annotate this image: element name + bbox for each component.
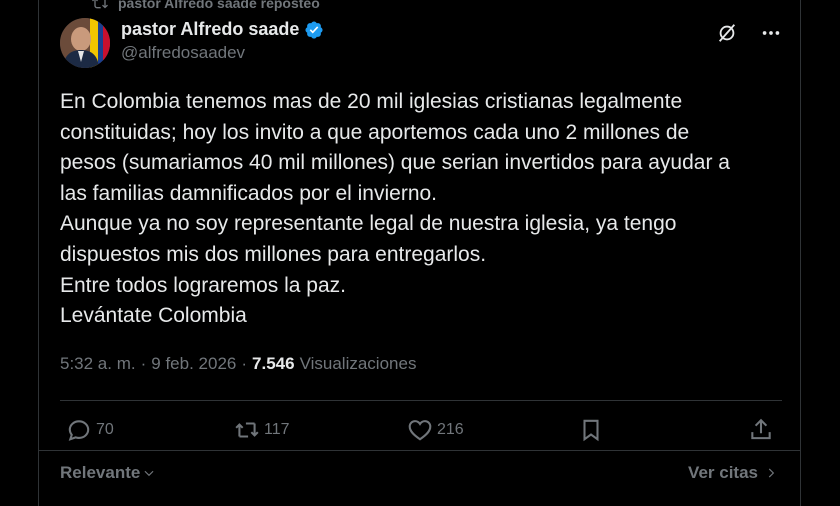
views-count: 7.546 bbox=[252, 354, 295, 373]
like-button[interactable]: 216 bbox=[407, 417, 464, 443]
share-button[interactable] bbox=[748, 417, 774, 443]
repost-icon bbox=[92, 0, 108, 9]
like-count: 216 bbox=[437, 421, 464, 438]
quotes-label: Ver citas bbox=[688, 463, 758, 482]
post-text-line: dispuestos mis dos millones para entrega… bbox=[60, 242, 487, 266]
bookmark-button[interactable] bbox=[578, 417, 604, 443]
avatar[interactable] bbox=[60, 18, 110, 68]
avatar-photo bbox=[60, 18, 110, 68]
sort-label: Relevante bbox=[60, 463, 141, 482]
repost-icon bbox=[235, 422, 259, 438]
post-text-line: pesos (sumariamos 40 mil millones) que s… bbox=[60, 151, 730, 175]
post-text-line: Levántate Colombia bbox=[60, 304, 247, 328]
post-text-line: las familias damnificados por el inviern… bbox=[60, 181, 438, 205]
more-options-icon[interactable] bbox=[760, 22, 782, 44]
meta-separator: · bbox=[140, 354, 147, 373]
divider bbox=[38, 450, 801, 451]
post-metadata: 5:32 a. m. · 9 feb. 2026 · 7.546 Visuali… bbox=[60, 354, 416, 374]
repost-text: pastor Alfredo saade reposteó bbox=[118, 0, 320, 11]
share-icon bbox=[751, 418, 771, 440]
repost-count: 117 bbox=[264, 421, 290, 438]
bookmark-icon bbox=[583, 419, 599, 442]
post-time[interactable]: 5:32 a. m. bbox=[60, 354, 136, 374]
reply-icon bbox=[68, 420, 90, 441]
action-bar: 70 117 216 bbox=[60, 417, 782, 449]
views-label: Visualizaciones bbox=[299, 354, 417, 373]
post-text: En Colombia tenemos mas de 20 mil iglesi… bbox=[60, 87, 790, 332]
post-text-line: En Colombia tenemos mas de 20 mil iglesi… bbox=[60, 90, 683, 113]
author-handle[interactable]: @alfredosaadev bbox=[121, 43, 324, 63]
divider bbox=[60, 400, 782, 401]
reply-button[interactable]: 70 bbox=[66, 417, 114, 443]
repost-indicator[interactable]: pastor Alfredo saade reposteó bbox=[92, 0, 320, 12]
chevron-down-icon bbox=[144, 470, 154, 477]
grok-icon[interactable] bbox=[716, 22, 738, 44]
post-text-line: Entre todos lograremos la paz. bbox=[60, 273, 346, 297]
post-text-line: constituidas; hoy los invito a que aport… bbox=[60, 120, 690, 144]
post-date[interactable]: 9 feb. 2026 bbox=[151, 354, 236, 374]
view-quotes-link[interactable]: Ver citas bbox=[688, 463, 778, 483]
meta-separator: · bbox=[241, 354, 248, 373]
chevron-right-icon bbox=[768, 468, 775, 478]
sort-replies-button[interactable]: Relevante bbox=[60, 463, 156, 483]
reply-count: 70 bbox=[96, 421, 114, 438]
heart-icon bbox=[408, 420, 432, 441]
post-text-line: Aunque ya no soy representante legal de … bbox=[60, 212, 677, 236]
author-block: pastor Alfredo saade @alfredosaadev bbox=[121, 19, 324, 63]
repost-button[interactable]: 117 bbox=[234, 417, 290, 443]
verified-badge-icon[interactable] bbox=[304, 20, 324, 40]
author-name[interactable]: pastor Alfredo saade bbox=[121, 19, 299, 40]
post-header-actions bbox=[716, 22, 782, 44]
